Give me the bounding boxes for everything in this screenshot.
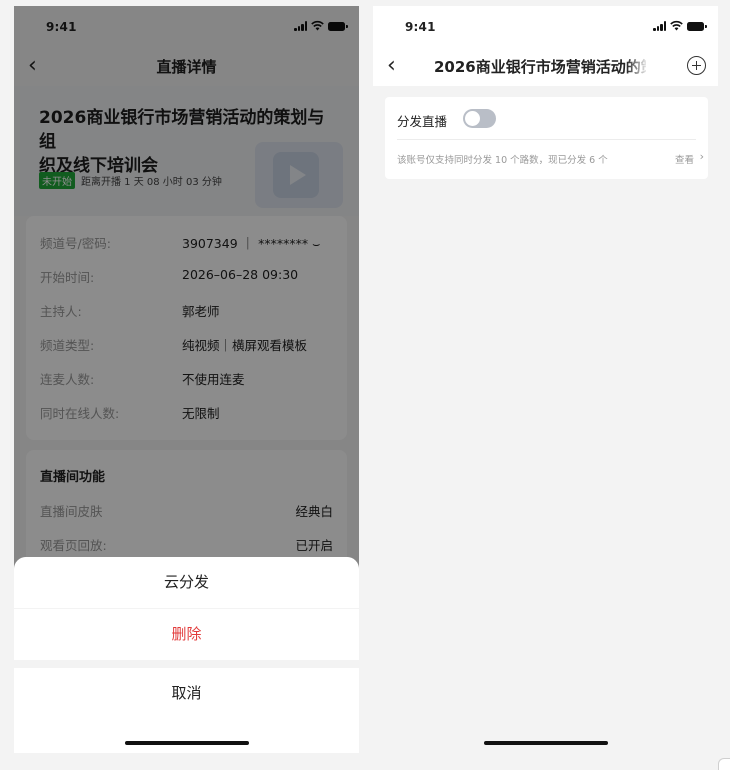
window-corner bbox=[718, 758, 730, 770]
phone-right-screen: 9:41 ‹ 2026商业银行市场营销活动的策 分发直播 该账号仅支持同时分发 … bbox=[373, 6, 718, 753]
status-time: 9:41 bbox=[405, 20, 436, 34]
page-title: 2026商业银行市场营销活动的策 bbox=[434, 58, 646, 76]
status-bar: 9:41 bbox=[373, 6, 718, 46]
back-icon[interactable]: ‹ bbox=[387, 52, 396, 80]
home-indicator bbox=[483, 741, 608, 745]
distribute-label: 分发直播 bbox=[397, 114, 448, 129]
view-link[interactable]: 查看 bbox=[675, 152, 694, 166]
status-icons bbox=[653, 19, 707, 31]
cloud-distribute-button[interactable]: 云分发 bbox=[14, 557, 359, 608]
distribute-note: 该账号仅支持同时分发 10 个路数，现已分发 6 个 bbox=[397, 155, 608, 166]
signal-icon bbox=[653, 21, 666, 31]
action-sheet: 云分发 删除 取消 bbox=[14, 557, 359, 753]
home-indicator bbox=[124, 741, 249, 745]
title-fade bbox=[626, 52, 654, 80]
divider bbox=[397, 139, 696, 140]
distribute-card: 分发直播 该账号仅支持同时分发 10 个路数，现已分发 6 个 查看 › bbox=[385, 97, 708, 179]
chevron-right-icon[interactable]: › bbox=[700, 150, 704, 163]
plus-circle-icon[interactable] bbox=[687, 56, 706, 75]
nav-bar: ‹ 2026商业银行市场营销活动的策 bbox=[373, 46, 718, 86]
battery-icon bbox=[687, 22, 707, 31]
distribute-toggle[interactable] bbox=[463, 109, 496, 128]
phone-left-screen: 9:41 ‹ 直播详情 2026商业银行市场营销活动的策划与组 织及线下培训会 … bbox=[14, 6, 359, 753]
delete-button[interactable]: 删除 bbox=[14, 609, 359, 660]
wifi-icon bbox=[670, 20, 683, 31]
toggle-knob bbox=[465, 111, 480, 126]
